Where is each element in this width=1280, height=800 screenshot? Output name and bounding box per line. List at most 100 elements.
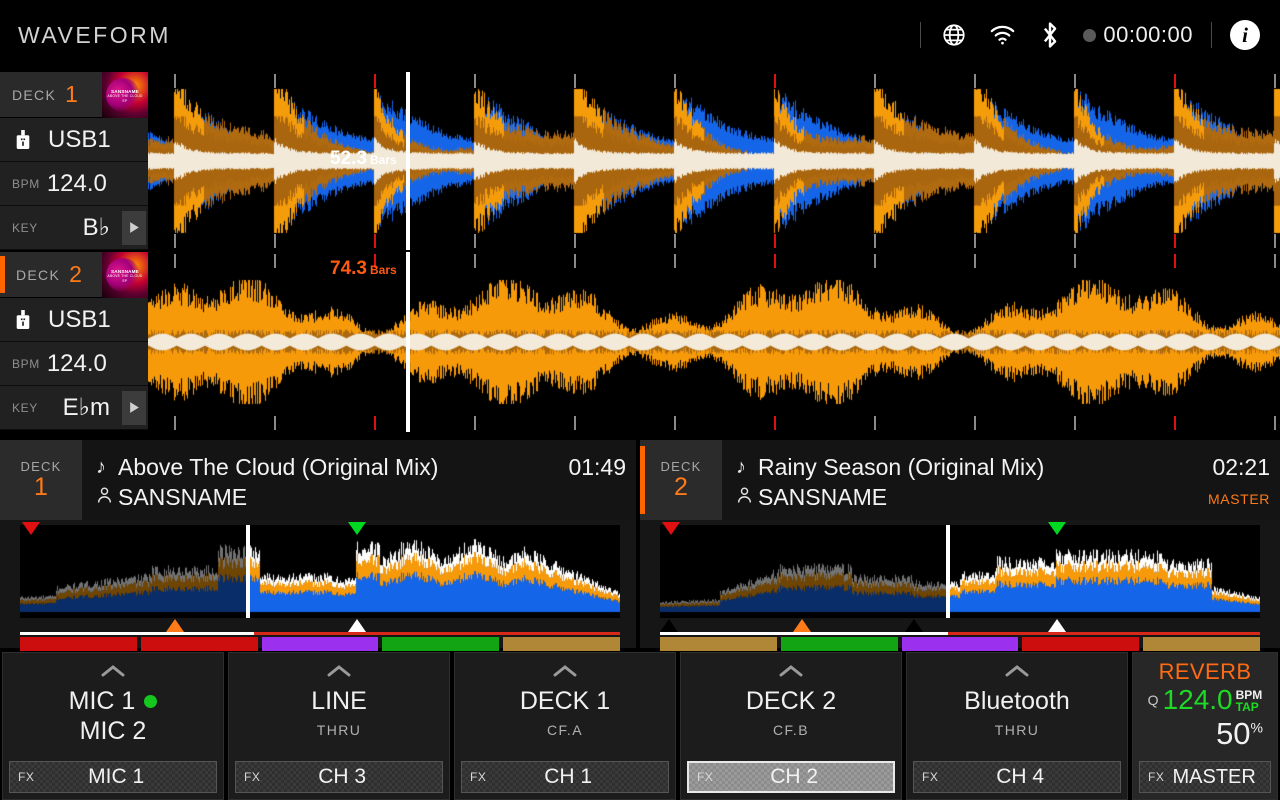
deck-1-bpm-value: 124.0: [47, 170, 107, 198]
chevron-up-icon[interactable]: [100, 664, 126, 683]
deck-2-key-next-button[interactable]: [122, 391, 146, 425]
beat-tick: [174, 416, 176, 430]
fx-master-label: MASTER: [1164, 766, 1264, 789]
fx-bpm-row[interactable]: Q 124.0 BPM TAP: [1133, 686, 1277, 714]
deck-2-master-badge: MASTER: [1208, 491, 1270, 507]
deck-1-memory-marker-orange[interactable]: [166, 619, 184, 632]
deck-1-track-title: Above The Cloud (Original Mix): [118, 454, 438, 481]
deck-2-track-info[interactable]: DECK 2 ♪ Rainy Season (Original Mix) SAN…: [640, 440, 1280, 520]
deck-1-overview-playhead: [246, 525, 250, 618]
globe-icon[interactable]: [939, 20, 969, 50]
phrase-segment: [1143, 637, 1260, 651]
top-status-bar: WAVEFORM 00:00:00 i: [0, 0, 1280, 70]
deck-2-memory-marker-orange[interactable]: [793, 619, 811, 632]
channel-strip-deck2[interactable]: DECK 2 CF.B FX CH 2: [680, 652, 902, 800]
deck-2-header[interactable]: DECK 2 SANSNAMEABOVE THE CLOUD EP: [0, 252, 148, 298]
deck-1-cue-marker-red[interactable]: [22, 522, 40, 535]
usb-icon: [12, 308, 34, 332]
chevron-up-icon[interactable]: [778, 664, 804, 683]
fx-tag: FX: [697, 770, 713, 784]
deck-2-overview-playhead: [946, 525, 950, 618]
fx-tag: FX: [18, 770, 34, 784]
channel-4-name: Bluetooth: [964, 687, 1070, 716]
deck-2-info-panel: DECK 2 SANSNAMEABOVE THE CLOUD EP USB1 B…: [0, 252, 148, 432]
bluetooth-icon[interactable]: [1035, 20, 1065, 50]
beat-tick: [574, 416, 576, 430]
deck-2-position-marker[interactable]: [1048, 619, 1066, 632]
fx-tag: FX: [922, 770, 938, 784]
deck-2-bpm-row[interactable]: BPM 124.0: [0, 342, 148, 386]
phrase-segment: [20, 637, 137, 651]
deck-2-cue-marker-green[interactable]: [1048, 522, 1066, 535]
deck-2-overview[interactable]: [640, 520, 1280, 648]
fx-tap-label[interactable]: TAP: [1236, 701, 1263, 713]
fx-name[interactable]: REVERB: [1159, 659, 1252, 685]
fx-depth-row[interactable]: 50%: [1216, 716, 1263, 752]
beat-tick: [274, 234, 276, 248]
deck-1-key-next-button[interactable]: [122, 211, 146, 245]
record-dot-icon: [1083, 29, 1096, 42]
deck-2-main-waveform[interactable]: 74.3Bars: [148, 252, 1280, 432]
record-clock-group: 00:00:00: [1083, 22, 1193, 48]
chevron-up-icon[interactable]: [326, 664, 352, 683]
deck-2-progress-fill: [660, 632, 948, 635]
channel-3-name: DECK 2: [746, 687, 836, 716]
deck-2-memory-marker-start[interactable]: [660, 619, 678, 632]
deck-2-badge: DECK 2: [640, 440, 722, 520]
mic-active-led: [144, 695, 157, 708]
deck-1-main-waveform[interactable]: 52.3Bars: [148, 72, 1280, 250]
deck-2-cue-marker-red[interactable]: [662, 522, 680, 535]
deck-1-cue-marker-green[interactable]: [348, 522, 366, 535]
channel-1-fx-button[interactable]: FX CH 3: [235, 761, 443, 793]
channel-3-fx-button[interactable]: FX CH 2: [687, 761, 895, 793]
deck-2-progress-bar[interactable]: [660, 632, 1260, 635]
deck-1-progress-bar[interactable]: [20, 632, 620, 635]
channel-strip-line[interactable]: LINE THRU FX CH 3: [228, 652, 450, 800]
deck-1-key-row[interactable]: KEY B♭: [0, 206, 148, 250]
deck-1-overview[interactable]: [0, 520, 636, 648]
fx-master-button[interactable]: FX MASTER: [1139, 761, 1271, 793]
deck-1-badge-number: 1: [34, 474, 48, 500]
channel-strip-deck1[interactable]: DECK 1 CF.A FX CH 1: [454, 652, 676, 800]
channel-strip-bluetooth[interactable]: Bluetooth THRU FX CH 4: [906, 652, 1128, 800]
deck-2-key-row[interactable]: KEY E♭m: [0, 386, 148, 430]
channel-strip-row: MIC 1 MIC 2 FX MIC 1 LINE THRU FX CH 3 D…: [0, 652, 1280, 800]
channel-4-sub: THRU: [995, 722, 1039, 738]
beat-tick: [1074, 234, 1076, 248]
deck-1-source-row[interactable]: USB1: [0, 118, 148, 162]
channel-4-fx-label: CH 4: [938, 765, 1102, 789]
deck-2-label: DECK: [16, 267, 60, 283]
deck-2-memory-marker-dark[interactable]: [905, 619, 923, 632]
beat-tick: [1274, 234, 1276, 248]
info-icon[interactable]: i: [1230, 20, 1260, 50]
deck-1-bpm-row[interactable]: BPM 124.0: [0, 162, 148, 206]
deck-1-source: USB1: [48, 126, 111, 154]
channel-1-fx-label: CH 3: [260, 765, 424, 789]
deck-1-header[interactable]: DECK 1 SANSNAMEABOVE THE CLOUD EP: [0, 72, 148, 118]
deck-1-badge-label: DECK: [21, 459, 62, 474]
channel-strip-mic[interactable]: MIC 1 MIC 2 FX MIC 1: [2, 652, 224, 800]
wifi-icon[interactable]: [987, 20, 1017, 50]
chevron-up-icon[interactable]: [552, 664, 578, 683]
channel-0-fx-button[interactable]: FX MIC 1: [9, 761, 217, 793]
channel-3-fx-label: CH 2: [713, 765, 875, 789]
status-icon-group: 00:00:00 i: [920, 20, 1280, 50]
deck-1-track-info[interactable]: DECK 1 ♪ Above The Cloud (Original Mix) …: [0, 440, 636, 520]
deck-2-source-row[interactable]: USB1: [0, 298, 148, 342]
channel-1-sub: THRU: [317, 722, 361, 738]
deck-1-position-marker[interactable]: [348, 619, 366, 632]
beat-tick: [674, 416, 676, 430]
chevron-up-icon[interactable]: [1004, 664, 1030, 683]
beat-tick: [1074, 416, 1076, 430]
divider: [920, 22, 921, 48]
deck-2-played-region: [660, 525, 948, 618]
channel-4-fx-button[interactable]: FX CH 4: [913, 761, 1121, 793]
channel-2-fx-button[interactable]: FX CH 1: [461, 761, 669, 793]
deck-2-accent-bar: [0, 256, 5, 293]
deck-1-key-label: KEY: [12, 221, 38, 235]
person-icon: [96, 486, 118, 510]
fx-panel[interactable]: REVERB Q 124.0 BPM TAP 50% FX MASTER: [1132, 652, 1278, 800]
deck-1-bars-readout: 52.3Bars: [330, 148, 397, 170]
fx-tag: FX: [244, 770, 260, 784]
deck-2-bpm-label: BPM: [12, 357, 40, 371]
